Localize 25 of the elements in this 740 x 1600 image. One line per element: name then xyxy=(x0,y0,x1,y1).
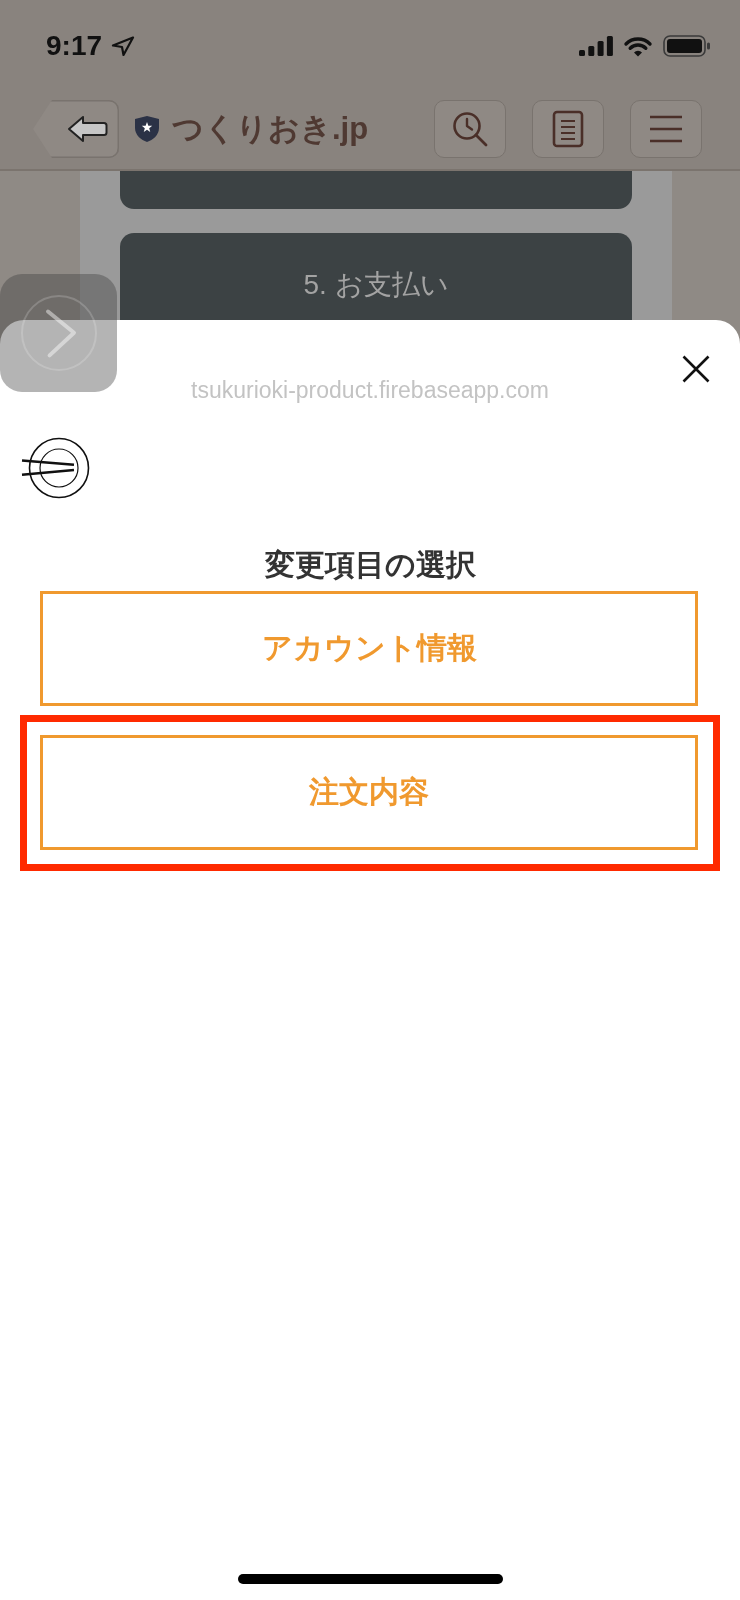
location-arrow-icon xyxy=(111,36,136,56)
shield-star-icon xyxy=(134,115,160,143)
option-button[interactable]: 注文内容 xyxy=(40,735,698,850)
site-url: tsukurioki-product.firebaseapp.com xyxy=(191,376,549,404)
document-icon xyxy=(552,110,584,148)
battery-icon xyxy=(663,35,711,57)
chevron-circle-icon xyxy=(19,294,98,372)
wifi-icon xyxy=(623,35,653,57)
option-button[interactable]: アカウント情報 xyxy=(40,591,698,706)
reader-button[interactable] xyxy=(532,100,604,158)
menu-button[interactable] xyxy=(630,100,702,158)
clock-search-icon xyxy=(452,111,488,147)
status-time: 9:17 xyxy=(46,30,103,62)
signal-icon xyxy=(579,36,613,56)
sheet-heading: 変更項目の選択 xyxy=(263,547,477,583)
close-button[interactable] xyxy=(682,355,710,383)
history-search-button[interactable] xyxy=(434,100,506,158)
back-button[interactable] xyxy=(33,100,119,158)
plate-chopsticks-logo-icon xyxy=(21,437,90,499)
menu-icon xyxy=(650,115,682,143)
site-title: つくりおき.jp xyxy=(172,110,369,148)
close-icon xyxy=(682,355,710,383)
forward-button[interactable] xyxy=(0,274,117,392)
back-arrow-icon xyxy=(66,115,108,143)
step-title: 5. お支払い xyxy=(303,268,449,302)
